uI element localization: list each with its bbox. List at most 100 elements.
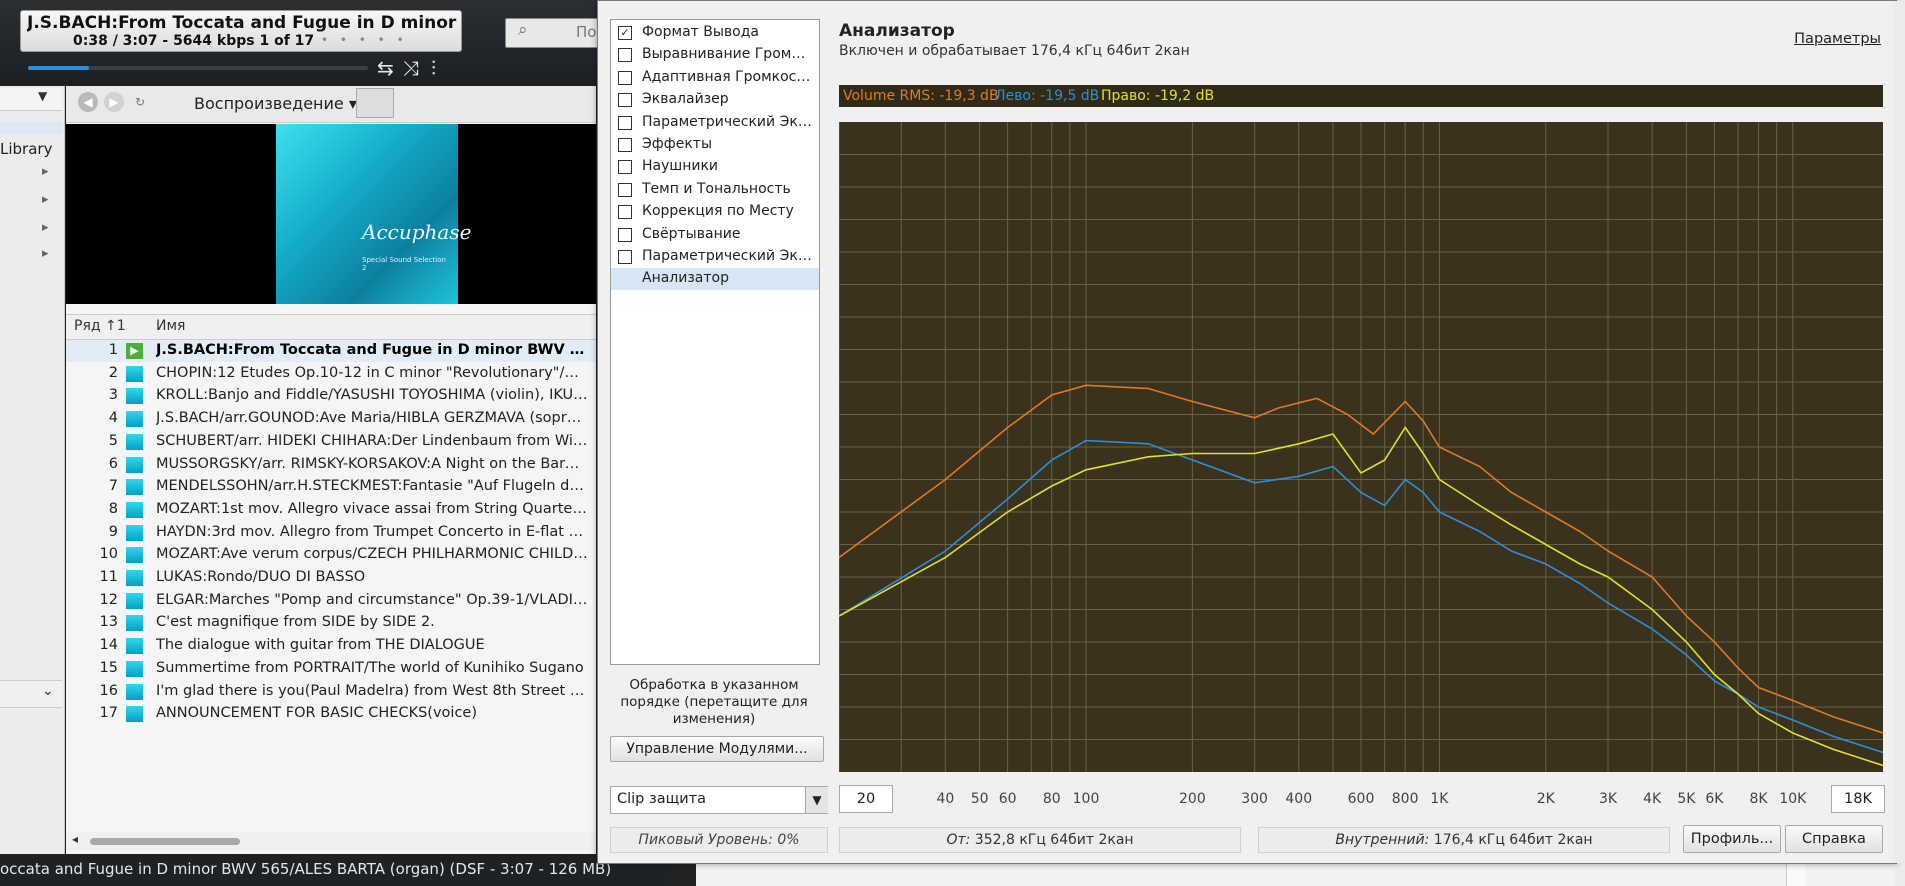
clip-protection-value: Clip защита xyxy=(617,791,707,807)
module-checkbox[interactable] xyxy=(618,138,632,152)
track-row[interactable]: 11 LUKAS:Rondo/DUO DI BASSO xyxy=(66,567,596,589)
track-row[interactable]: 1 ▶ J.S.BACH:From Toccata and Fugue in D m… xyxy=(66,340,596,362)
module-label: Коррекция по Месту xyxy=(642,203,794,220)
track-row[interactable]: 16 I'm glad there is you(Paul Madelra) fr… xyxy=(66,681,596,703)
cover-brand: Accuphase xyxy=(362,220,472,244)
track-row[interactable]: 14 The dialogue with guitar from THE DIAL… xyxy=(66,635,596,657)
nav-bar: ◀ ▶ ↻ Воспроизведение ▾ xyxy=(66,86,596,123)
track-row[interactable]: 7 MENDELSSOHN/arr.H.STECKMEST:Fantasie "A… xyxy=(66,476,596,498)
dsp-module-item[interactable]: Параметрический Эквалайзер xyxy=(611,246,819,268)
column-header-name[interactable]: Имя xyxy=(156,318,185,334)
search-input[interactable]: ⌕ По xyxy=(505,18,602,48)
internal-format-label: Внутренний: xyxy=(1335,832,1430,848)
status-text: occata and Fugue in D minor BWV 565/ALES… xyxy=(0,860,612,878)
track-row[interactable]: 8 MOZART:1st mov. Allegro vivace assai fr… xyxy=(66,499,596,521)
track-title: SCHUBERT/arr. HIDEKI CHIHARA:Der Lindenb… xyxy=(156,432,588,449)
horizontal-scrollbar[interactable]: ◂ xyxy=(66,832,596,850)
expand-arrow-icon[interactable]: ▸ xyxy=(42,164,49,179)
frequency-axis: 40 50 60 80 100 200 300 400 600 800 1K 2K 3K 4K 5K 6K 8K… xyxy=(839,787,1883,811)
rating-dots[interactable]: • • • • • xyxy=(321,33,408,47)
dsp-module-item[interactable]: Темп и Тональность xyxy=(611,179,819,201)
chevron-down-icon[interactable]: ▼ xyxy=(805,787,828,813)
refresh-icon[interactable]: ↻ xyxy=(130,92,150,112)
dsp-module-item[interactable]: Выравнивание Громкости xyxy=(611,44,819,66)
module-checkbox[interactable] xyxy=(618,227,632,242)
module-checkbox[interactable] xyxy=(618,205,632,220)
track-row[interactable]: 2 CHOPIN:12 Etudes Op.10-12 in C minor "R… xyxy=(66,363,596,385)
track-row[interactable]: 4 J.S.BACH/arr.GOUNOD:Ave Maria/HIBLA GER… xyxy=(66,408,596,430)
dsp-module-item[interactable]: Коррекция по Месту xyxy=(611,201,819,223)
dsp-module-item[interactable]: Адаптивная Громкость xyxy=(611,67,819,89)
module-checkbox[interactable] xyxy=(618,250,632,264)
module-checkbox[interactable] xyxy=(618,93,632,108)
panel-scroll[interactable]: ⌄ xyxy=(0,680,62,708)
module-checkbox[interactable] xyxy=(618,115,632,130)
dsp-module-item[interactable]: ✓ Формат Вывода xyxy=(611,22,819,44)
track-title: LUKAS:Rondo/DUO DI BASSO xyxy=(156,569,366,585)
view-toggle[interactable] xyxy=(356,88,394,118)
track-cover-icon xyxy=(126,615,143,632)
library-dropdown[interactable]: ▼ xyxy=(0,88,62,111)
module-label: Параметрический Эквалайзер xyxy=(642,113,812,130)
expand-arrow-icon[interactable]: ▸ xyxy=(42,246,49,261)
track-row[interactable]: 12 ELGAR:Marches "Pomp and circumstance" … xyxy=(66,590,596,612)
dsp-settings-icon[interactable]: ⫶ xyxy=(431,56,436,80)
module-checkbox[interactable] xyxy=(618,70,632,85)
module-checkbox[interactable] xyxy=(618,48,632,63)
track-cover-icon xyxy=(126,456,143,473)
track-row[interactable]: 17 ANNOUNCEMENT FOR BASIC CHECKS(voice) xyxy=(66,703,596,725)
dsp-module-item[interactable]: Анализатор xyxy=(611,268,819,291)
playback-menu[interactable]: Воспроизведение ▾ xyxy=(186,92,365,115)
module-checkbox[interactable] xyxy=(618,160,632,175)
dsp-module-item[interactable]: Параметрический Эквалайзер xyxy=(611,112,819,134)
seek-bar[interactable] xyxy=(28,66,368,70)
dsp-module-item[interactable]: Эффекты xyxy=(611,134,819,156)
module-checkbox[interactable]: ✓ xyxy=(618,26,632,40)
freq-to-input[interactable]: 18K xyxy=(1831,785,1885,813)
track-row[interactable]: 15 Summertime from PORTRAIT/The world of … xyxy=(66,658,596,680)
track-title: MENDELSSOHN/arr.H.STECKMEST:Fantasie "Au… xyxy=(156,478,588,495)
track-number: 10 xyxy=(99,546,118,563)
search-placeholder: По xyxy=(576,23,597,41)
clip-protection-select[interactable]: Clip защита ▼ xyxy=(610,786,828,814)
chevron-down-icon: ▼ xyxy=(38,89,48,103)
scroll-left-icon[interactable]: ◂ xyxy=(72,832,78,846)
track-row[interactable]: 3 KROLL:Banjo and Fiddle/YASUSHI TOYOSHIM… xyxy=(66,385,596,407)
frequency-tick-label: 3K xyxy=(1598,791,1618,807)
frequency-tick-label: 60 xyxy=(998,791,1017,807)
dsp-module-item[interactable]: Свёртывание xyxy=(611,224,819,246)
help-button[interactable]: Справка xyxy=(1785,825,1883,853)
track-title: MUSSORGSKY/arr. RIMSKY-KORSAKOV:A Night … xyxy=(156,455,588,472)
track-cover-icon xyxy=(126,638,143,655)
repeat-icon[interactable]: ⇆ xyxy=(377,56,394,80)
forward-icon[interactable]: ▶ xyxy=(104,92,124,112)
library-label[interactable]: Library xyxy=(0,140,52,158)
back-icon[interactable]: ◀ xyxy=(78,92,98,112)
track-title: C'est magnifique from SIDE by SIDE 2. xyxy=(156,614,435,631)
track-row[interactable]: 10 MOZART:Ave verum corpus/CZECH PHILHARM… xyxy=(66,544,596,566)
track-number: 13 xyxy=(99,614,118,631)
parameters-link[interactable]: Параметры xyxy=(1794,31,1881,47)
expand-arrow-icon[interactable]: ▸ xyxy=(42,220,49,235)
track-row[interactable]: 13 C'est magnifique from SIDE by SIDE 2. xyxy=(66,612,596,634)
scrollbar-thumb[interactable] xyxy=(90,838,240,845)
rms-left-readout: Лево: -19,5 dB xyxy=(995,88,1100,104)
module-checkbox[interactable] xyxy=(618,182,632,197)
shuffle-icon[interactable]: ⤨ xyxy=(403,56,419,80)
track-row[interactable]: 6 MUSSORGSKY/arr. RIMSKY-KORSAKOV:A Night… xyxy=(66,454,596,476)
dsp-module-item[interactable]: Эквалайзер xyxy=(611,89,819,111)
track-row[interactable]: 9 HAYDN:3rd mov. Allegro from Trumpet Con… xyxy=(66,522,596,544)
background-window-edge xyxy=(1893,1,1903,863)
module-label: Формат Вывода xyxy=(642,24,759,40)
profile-button[interactable]: Профиль... xyxy=(1683,825,1781,853)
now-playing-display[interactable]: J.S.BACH:From Toccata and Fugue in D min… xyxy=(20,10,462,52)
expand-arrow-icon[interactable]: ▸ xyxy=(42,192,49,207)
track-cover-icon xyxy=(126,411,143,428)
manage-modules-button[interactable]: Управление Модулями... xyxy=(610,736,824,762)
track-number: 15 xyxy=(99,659,118,676)
dsp-module-item[interactable]: Наушники xyxy=(611,156,819,178)
column-header-row[interactable]: Ряд ↑1 xyxy=(74,318,126,334)
module-label: Эффекты xyxy=(642,136,712,152)
track-row[interactable]: 5 SCHUBERT/arr. HIDEKI CHIHARA:Der Linden… xyxy=(66,431,596,453)
seek-bar-fill xyxy=(28,66,90,70)
